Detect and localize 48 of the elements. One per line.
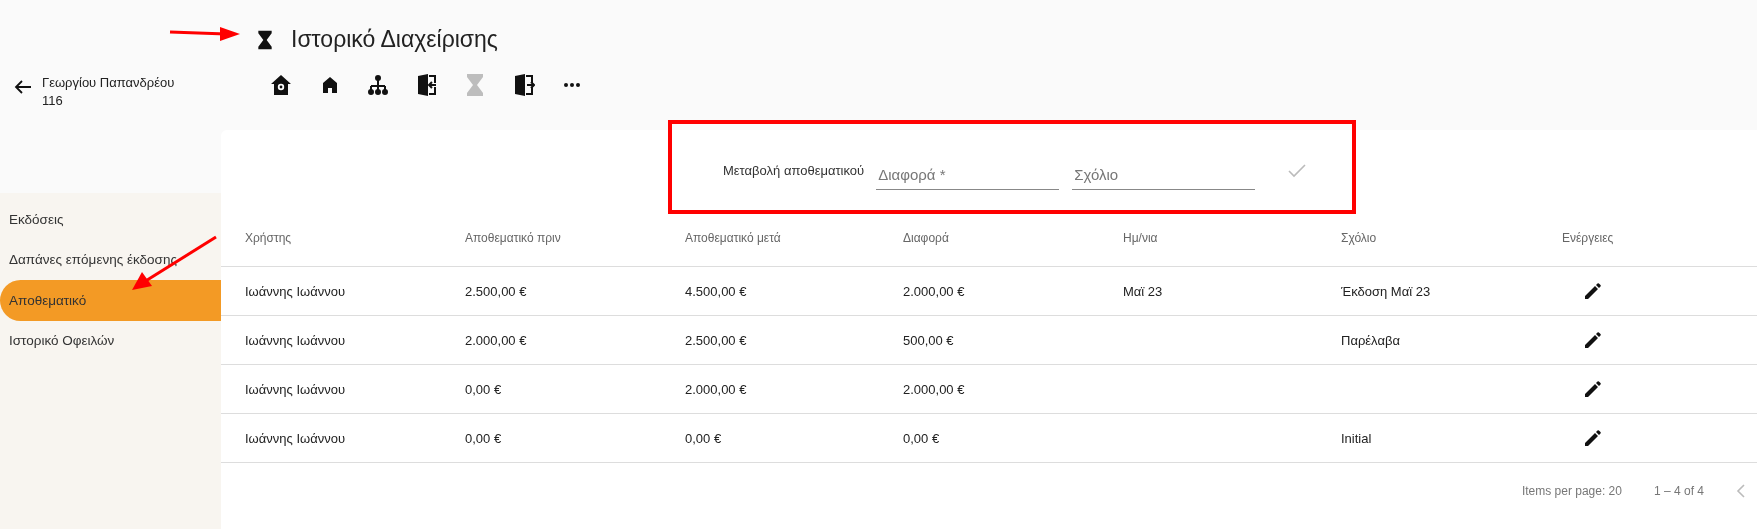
back-arrow-icon[interactable] [14,79,32,95]
edit-pencil-icon[interactable] [1584,331,1602,349]
table-cell: 500,00 € [903,332,954,348]
door-icon[interactable] [512,73,535,97]
items-per-page-label: Items per page: 20 [1521,484,1622,498]
column-header: Αποθεματικό πριν [465,231,561,245]
table-cell: 0,00 € [465,430,502,446]
table-cell: 2.000,00 € [903,381,965,397]
table-cell: 0,00 € [685,430,722,446]
table-cell: Ιωάννης Ιωάννου [245,430,345,446]
column-header: Σχόλιο [1341,231,1377,245]
column-header: Ενέργειες [1562,231,1614,245]
table-cell: 2.000,00 € [685,381,747,397]
edit-pencil-icon[interactable] [1584,282,1602,300]
column-header: Αποθεματικό μετά [685,231,781,245]
sidebar-item[interactable]: Εκδόσεις [0,199,221,240]
door-icon[interactable] [415,73,438,97]
page-title: Ιστορικό Διαχείρισης [291,26,498,53]
column-header: Ημ/νια [1123,231,1158,245]
sidebar-item[interactable]: Δαπάνες επόμενης έκδοσης [0,239,221,280]
edit-pencil-icon[interactable] [1584,380,1602,398]
table-cell: Παρέλαβα [1341,332,1400,348]
hierarchy-icon[interactable] [367,74,390,96]
table-cell: Ιωάννης Ιωάννου [245,381,345,397]
table-cell: 0,00 € [465,381,502,397]
table-cell: Ιωάννης Ιωάννου [245,283,345,299]
column-header: Διαφορά [903,231,949,245]
sidebar-item[interactable]: Ιστορικό Οφειλών [0,320,221,361]
table-cell: 0,00 € [903,430,940,446]
property-address: Γεωργίου Παπανδρέου 116 [42,74,176,110]
table-cell: Έκδοση Μαϊ 23 [1341,283,1431,299]
table-cell: 2.000,00 € [903,283,965,299]
input-field[interactable]: Σχόλιο [1072,164,1256,190]
edit-pencil-icon[interactable] [1584,429,1602,447]
input-field[interactable]: Διαφορά * [876,164,1060,190]
table-cell: 2.000,00 € [465,332,527,348]
page-range: 1 – 4 of 4 [1653,484,1704,498]
more-icon[interactable] [563,82,582,88]
hourglass-icon [257,29,273,50]
sidebar-item[interactable]: Αποθεματικό [0,280,221,321]
table-cell: Μαϊ 23 [1123,283,1163,299]
table-cell: Initial [1341,430,1372,446]
table-cell: 2.500,00 € [685,332,747,348]
form-label: Μεταβολή αποθεματικού [723,163,865,180]
column-header: Χρήστης [245,231,292,245]
table-cell: 2.500,00 € [465,283,527,299]
table-cell: 4.500,00 € [685,283,747,299]
table-cell: Ιωάννης Ιωάννου [245,332,345,348]
